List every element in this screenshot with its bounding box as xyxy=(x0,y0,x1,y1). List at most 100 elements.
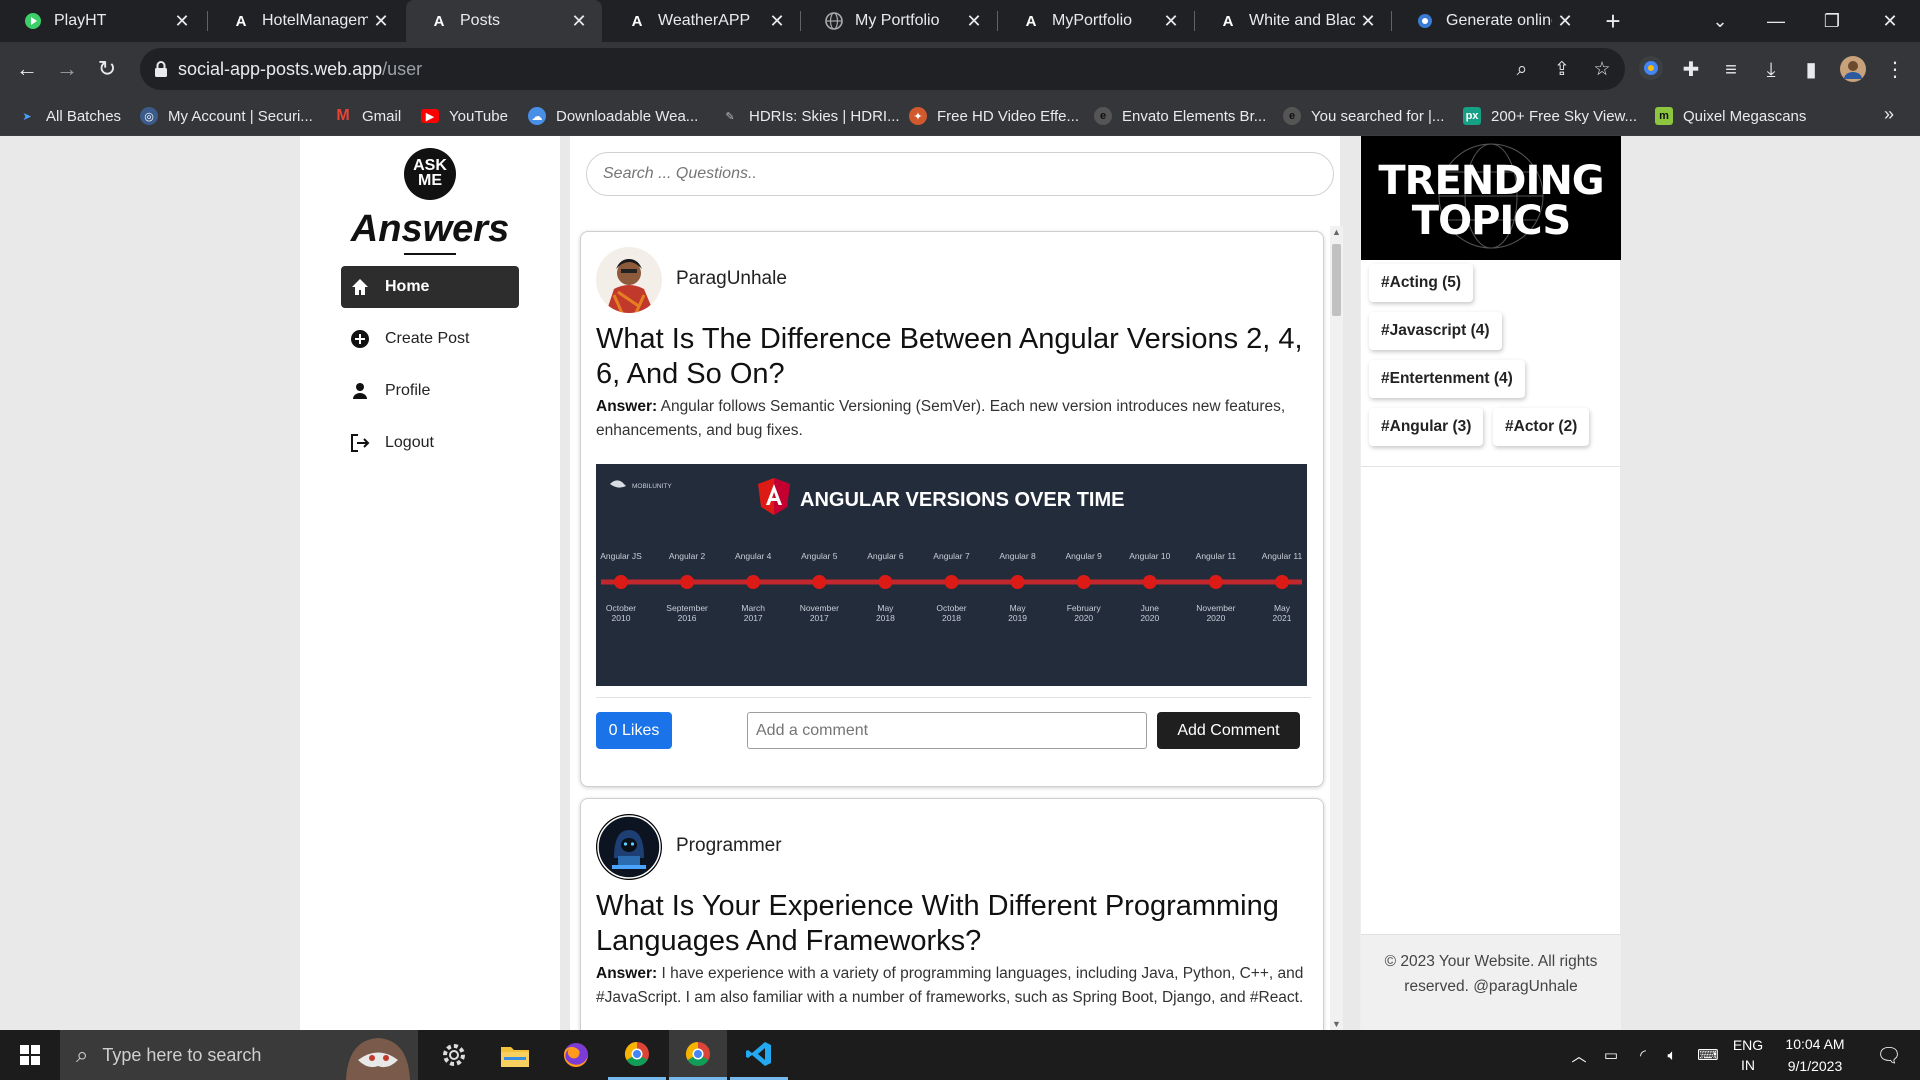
keyboard-icon[interactable]: ⌨ xyxy=(1690,1030,1726,1080)
timeline-version-label: Angular 4 xyxy=(735,551,772,561)
scroll-up-icon[interactable]: ▲ xyxy=(1330,226,1343,238)
avatar[interactable] xyxy=(1838,55,1868,85)
sidebar-item-profile[interactable]: Profile xyxy=(341,370,519,412)
chrome-icon[interactable] xyxy=(608,1030,666,1080)
scroll-thumb[interactable] xyxy=(1332,244,1341,316)
wifi-icon[interactable]: ◜ xyxy=(1628,1030,1658,1080)
image-heading-text: ANGULAR VERSIONS OVER TIME xyxy=(800,489,1124,511)
bookmarks-more-icon[interactable]: » xyxy=(1884,104,1894,125)
search-icon: ⌕ xyxy=(76,1042,89,1067)
taskbar-search-input[interactable]: ⌕ Type here to search xyxy=(60,1030,418,1080)
zoom-icon[interactable]: ⌕ xyxy=(1510,58,1534,82)
tab-close-icon[interactable]: ✕ xyxy=(1158,11,1184,32)
media-control-icon[interactable]: ≡ xyxy=(1716,55,1746,85)
avatar[interactable] xyxy=(596,814,662,880)
tab-close-icon[interactable]: ✕ xyxy=(961,11,987,32)
windows-start-icon[interactable] xyxy=(0,1030,60,1080)
comment-input[interactable] xyxy=(747,712,1147,749)
side-panel-icon[interactable]: ▮ xyxy=(1796,55,1826,85)
angular-icon: A xyxy=(1222,12,1234,30)
posts-feed: ParagUnhale What Is The Difference Betwe… xyxy=(570,136,1340,1030)
bookmark-item[interactable]: M Gmail xyxy=(334,105,401,127)
angular-icon: A xyxy=(631,12,643,30)
timeline-date-label: November xyxy=(1196,603,1235,613)
bookmark-item[interactable]: e Envato Elements Br... xyxy=(1094,105,1266,127)
scroll-down-icon[interactable]: ▼ xyxy=(1330,1018,1343,1030)
puzzle-icon[interactable]: ✚ xyxy=(1676,55,1706,85)
tab-weatherapp[interactable]: A WeatherAPP ✕ xyxy=(604,0,800,42)
sidebar-item-home[interactable]: Home xyxy=(341,266,519,308)
bookmark-item[interactable]: m Quixel Megascans xyxy=(1655,105,1806,127)
menu-icon[interactable]: ⋮ xyxy=(1880,55,1910,85)
topic-tag-javascript[interactable]: #Javascript (4) xyxy=(1369,312,1502,350)
restore-icon[interactable]: ❐ xyxy=(1804,0,1860,42)
bookmark-item[interactable]: ☁ Downloadable Wea... xyxy=(528,105,698,127)
sidebar-item-create-post[interactable]: Create Post xyxy=(341,318,519,360)
quixel-icon: m xyxy=(1655,107,1673,125)
share-icon[interactable]: ⇪ xyxy=(1550,58,1574,82)
tab-generate-online[interactable]: Generate online A ✕ xyxy=(1392,0,1588,42)
firefox-icon[interactable] xyxy=(547,1030,605,1080)
clock[interactable]: 10:04 AM 9/1/2023 xyxy=(1770,1030,1860,1080)
reload-icon[interactable]: ↻ xyxy=(92,54,122,84)
minimize-icon[interactable]: — xyxy=(1748,0,1804,42)
file-explorer-icon[interactable] xyxy=(486,1030,544,1080)
battery-icon[interactable]: ▭ xyxy=(1596,1030,1626,1080)
extension-browser-icon[interactable] xyxy=(1636,55,1666,85)
tab-playht[interactable]: PlayHT ✕ xyxy=(0,0,205,42)
chrome-profile-icon[interactable] xyxy=(669,1030,727,1080)
tab-hotelmanagement[interactable]: A HotelManagemen ✕ xyxy=(208,0,404,42)
avatar[interactable] xyxy=(596,247,662,313)
address-bar[interactable]: social-app-posts.web.app/user ⌕ ⇪ ☆ xyxy=(140,48,1625,90)
settings-app-icon[interactable] xyxy=(425,1030,483,1080)
tab-white-and-black[interactable]: A White and Black I ✕ xyxy=(1195,0,1391,42)
forward-icon[interactable]: → xyxy=(52,54,82,84)
language-indicator[interactable]: ENG IN xyxy=(1728,1030,1768,1080)
topic-tag-acting[interactable]: #Acting (5) xyxy=(1369,264,1474,302)
timeline-date-label: 2018 xyxy=(876,613,895,623)
back-icon[interactable]: ← xyxy=(12,54,42,84)
topic-tag-angular[interactable]: #Angular (3) xyxy=(1369,408,1484,446)
footer-text: © 2023 Your Website. All rights reserved… xyxy=(1384,953,1598,995)
tab-close-icon[interactable]: ✕ xyxy=(169,11,195,32)
post-author[interactable]: Programmer xyxy=(676,835,782,857)
volume-icon[interactable]: 🔈︎ xyxy=(1656,1030,1688,1080)
tray-chevron-icon[interactable]: ︿ xyxy=(1564,1030,1594,1080)
tab-search-icon[interactable]: ⌄ xyxy=(1692,0,1748,42)
add-comment-button[interactable]: Add Comment xyxy=(1157,712,1300,749)
feed-scrollbar[interactable]: ▲ ▼ xyxy=(1330,226,1343,1030)
bookmark-item[interactable]: ◎ My Account | Securi... xyxy=(140,105,313,127)
search-input[interactable] xyxy=(586,152,1334,196)
post-image: MOBILUNITY ANGULAR VERSIONS OVER TIME An… xyxy=(596,464,1307,686)
topic-tag-actor[interactable]: #Actor (2) xyxy=(1493,408,1590,446)
tab-my-portfolio[interactable]: My Portfolio ✕ xyxy=(801,0,997,42)
topic-tag-entertenment[interactable]: #Entertenment (4) xyxy=(1369,360,1525,398)
post-answer: Answer: Angular follows Semantic Version… xyxy=(596,398,1286,439)
download-icon[interactable]: ⤓ xyxy=(1756,55,1786,85)
tab-close-icon[interactable]: ✕ xyxy=(368,11,394,32)
likes-button[interactable]: 0 Likes xyxy=(596,712,672,749)
bookmark-item[interactable]: ▶ YouTube xyxy=(421,105,508,127)
logo[interactable]: ASK ME xyxy=(404,148,456,200)
post-title: What Is The Difference Between Angular V… xyxy=(596,323,1303,390)
timeline-date-label: May xyxy=(877,603,894,613)
bookmark-star-icon[interactable]: ☆ xyxy=(1590,58,1614,82)
tab-close-icon[interactable]: ✕ xyxy=(566,11,592,32)
tab-myportfolio[interactable]: A MyPortfolio ✕ xyxy=(998,0,1194,42)
bookmark-item[interactable]: ✎ HDRIs: Skies | HDRI... xyxy=(721,105,899,127)
tab-close-icon[interactable]: ✕ xyxy=(764,11,790,32)
notification-icon[interactable]: 🗨︎ xyxy=(1864,1030,1914,1080)
tab-close-icon[interactable]: ✕ xyxy=(1355,11,1381,32)
sidebar-item-logout[interactable]: Logout xyxy=(341,422,519,464)
vscode-icon[interactable] xyxy=(730,1030,788,1080)
bookmark-item[interactable]: ✦ Free HD Video Effe... xyxy=(909,105,1079,127)
timeline-version-label: Angular 7 xyxy=(933,551,970,561)
close-window-icon[interactable]: ✕ xyxy=(1862,0,1918,42)
bookmark-item[interactable]: ➤ All Batches xyxy=(18,105,121,127)
tab-close-icon[interactable]: ✕ xyxy=(1552,11,1578,32)
bookmark-item[interactable]: px 200+ Free Sky View... xyxy=(1463,105,1637,127)
tab-posts[interactable]: A Posts ✕ xyxy=(406,0,602,42)
new-tab-icon[interactable]: + xyxy=(1598,6,1628,36)
bookmark-item[interactable]: e You searched for |... xyxy=(1283,105,1444,127)
post-author[interactable]: ParagUnhale xyxy=(676,268,787,290)
